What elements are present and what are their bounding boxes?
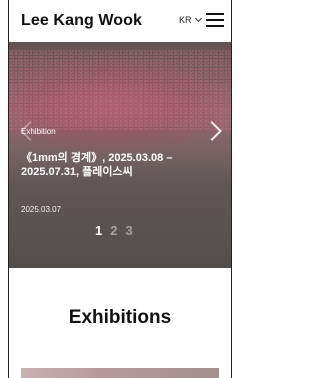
pager-item-1[interactable]: 1 — [95, 223, 102, 238]
hero-slider[interactable]: Exhibition 《1mm의 경계》, 2025.03.08 – 2025.… — [9, 42, 231, 268]
slide-pagination: 1 2 3 — [95, 223, 133, 238]
hamburger-menu-icon[interactable] — [206, 13, 224, 27]
pager-item-3[interactable]: 3 — [125, 223, 132, 238]
language-label: KR — [179, 15, 192, 25]
mobile-page: Lee Kang Wook KR Exhibition 《1mm의 경계》, 2… — [8, 0, 232, 378]
slide-category: Exhibition — [21, 127, 56, 136]
slide-date: 2025.03.07 — [21, 205, 62, 214]
exhibition-thumbnail[interactable] — [21, 368, 219, 378]
menu-bar — [206, 19, 224, 21]
chevron-down-icon — [194, 14, 202, 23]
site-title[interactable]: Lee Kang Wook — [21, 12, 142, 30]
menu-bar — [206, 13, 224, 15]
menu-bar — [206, 25, 224, 27]
site-header: Lee Kang Wook KR — [9, 0, 231, 42]
section-title: Exhibitions — [68, 307, 172, 328]
slide-title[interactable]: 《1mm의 경계》, 2025.03.08 – 2025.07.31, 플레이스… — [21, 151, 221, 179]
pager-item-2[interactable]: 2 — [110, 223, 117, 238]
language-selector[interactable]: KR — [179, 14, 202, 25]
